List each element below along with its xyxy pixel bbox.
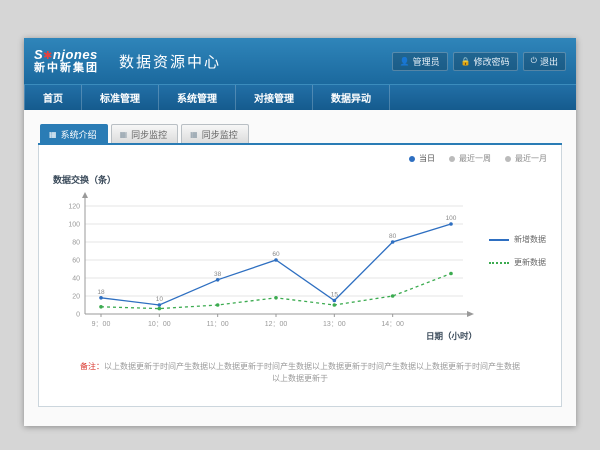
line-chart-svg: 0 20 40 60 80 100 120 9：00 10：00 11：00 12：00 13：00 1…: [49, 186, 489, 351]
radio-dot-icon: [409, 156, 415, 162]
tab-sync-monitor-1[interactable]: ▦ 同步监控: [111, 124, 179, 143]
radio-dot-icon: [449, 156, 455, 162]
chart-panel: 当日 最近一周 最近一月 数据交换（条） 0 20 40 60 80 100 120 9：00…: [38, 145, 562, 407]
main-nav: 首页 标准管理 系统管理 对接管理 数据异动: [24, 84, 576, 110]
nav-item-standard-mgmt[interactable]: 标准管理: [82, 85, 159, 110]
lock-icon: 🔒: [461, 57, 471, 66]
tab-bar: ▦ 系统介绍 ▦ 同步监控 ▦ 同步监控: [38, 124, 562, 145]
change-password-label: 修改密码: [474, 55, 510, 68]
top-bar: S✱njones 新中新集团 数据资源中心 👤 管理员 🔒 修改密码 ⏻ 退出: [24, 38, 576, 84]
app-window: S✱njones 新中新集团 数据资源中心 👤 管理员 🔒 修改密码 ⏻ 退出 …: [24, 38, 576, 426]
brand-logo-sub: 新中新集团: [34, 63, 99, 75]
nav-item-system-mgmt[interactable]: 系统管理: [159, 85, 236, 110]
dashed-line-icon: [489, 262, 509, 264]
svg-text:38: 38: [214, 271, 222, 278]
page-title: 数据资源中心: [119, 51, 221, 72]
svg-text:日期（小时）: 日期（小时）: [426, 331, 477, 341]
grid-icon: ▦: [49, 130, 57, 139]
range-option-today[interactable]: 当日: [409, 153, 435, 164]
svg-text:100: 100: [68, 222, 80, 229]
chart-row: 0 20 40 60 80 100 120 9：00 10：00 11：00 12：00 13：00 1…: [49, 186, 551, 351]
series-legend: 新增数据 更新数据: [489, 234, 546, 268]
admin-user-label: 管理员: [413, 55, 440, 68]
legend-item-updated-data[interactable]: 更新数据: [489, 257, 546, 268]
svg-text:120: 120: [68, 204, 80, 211]
svg-text:10：00: 10：00: [148, 321, 171, 328]
nav-item-connect-mgmt[interactable]: 对接管理: [236, 85, 313, 110]
svg-text:12：00: 12：00: [265, 321, 288, 328]
range-option-last-week[interactable]: 最近一周: [449, 153, 491, 164]
range-option-last-month[interactable]: 最近一月: [505, 153, 547, 164]
power-icon: ⏻: [531, 56, 537, 66]
brand-star-icon: ✱: [43, 50, 53, 62]
svg-text:40: 40: [72, 276, 80, 283]
svg-text:11：00: 11：00: [207, 321, 229, 328]
range-legend: 当日 最近一周 最近一月: [409, 153, 547, 164]
content-area: ▦ 系统介绍 ▦ 同步监控 ▦ 同步监控 当日 最近一周: [24, 110, 576, 426]
svg-text:100: 100: [446, 215, 457, 222]
svg-text:80: 80: [72, 240, 80, 247]
svg-text:60: 60: [272, 251, 280, 258]
svg-text:20: 20: [72, 294, 80, 301]
brand-logo: S✱njones 新中新集团: [34, 48, 99, 74]
user-actions: 👤 管理员 🔒 修改密码 ⏻ 退出: [392, 52, 566, 71]
admin-user-button[interactable]: 👤 管理员: [392, 52, 448, 71]
logout-label: 退出: [540, 55, 558, 68]
user-icon: 👤: [400, 57, 410, 66]
nav-item-home[interactable]: 首页: [24, 85, 82, 110]
logout-button[interactable]: ⏻ 退出: [523, 52, 566, 71]
svg-text:13：00: 13：00: [323, 321, 346, 328]
tab-system-intro[interactable]: ▦ 系统介绍: [40, 124, 108, 143]
svg-text:10: 10: [156, 296, 164, 303]
grid-icon: ▦: [190, 130, 198, 139]
grid-icon: ▦: [120, 130, 128, 139]
y-axis-title: 数据交换（条）: [53, 173, 551, 186]
svg-text:60: 60: [72, 258, 80, 265]
legend-item-new-data[interactable]: 新增数据: [489, 234, 546, 245]
svg-text:18: 18: [97, 289, 105, 296]
footnote-text: 以上数据更新于时间产生数据以上数据更新于时间产生数据以上数据更新于时间产生数据以…: [104, 362, 520, 383]
brand-logo-text: S✱njones: [34, 48, 99, 63]
svg-text:15: 15: [331, 292, 339, 299]
tab-sync-monitor-2[interactable]: ▦ 同步监控: [181, 124, 249, 143]
nav-item-data-change[interactable]: 数据异动: [313, 85, 390, 110]
footnote-prefix: 备注：: [80, 362, 104, 371]
footnote: 备注：以上数据更新于时间产生数据以上数据更新于时间产生数据以上数据更新于时间产生…: [49, 361, 551, 385]
svg-text:9：00: 9：00: [92, 321, 111, 328]
solid-line-icon: [489, 239, 509, 241]
svg-text:0: 0: [76, 312, 80, 319]
change-password-button[interactable]: 🔒 修改密码: [453, 52, 518, 71]
svg-text:80: 80: [389, 233, 397, 240]
radio-dot-icon: [505, 156, 511, 162]
svg-text:14：00: 14：00: [381, 321, 404, 328]
